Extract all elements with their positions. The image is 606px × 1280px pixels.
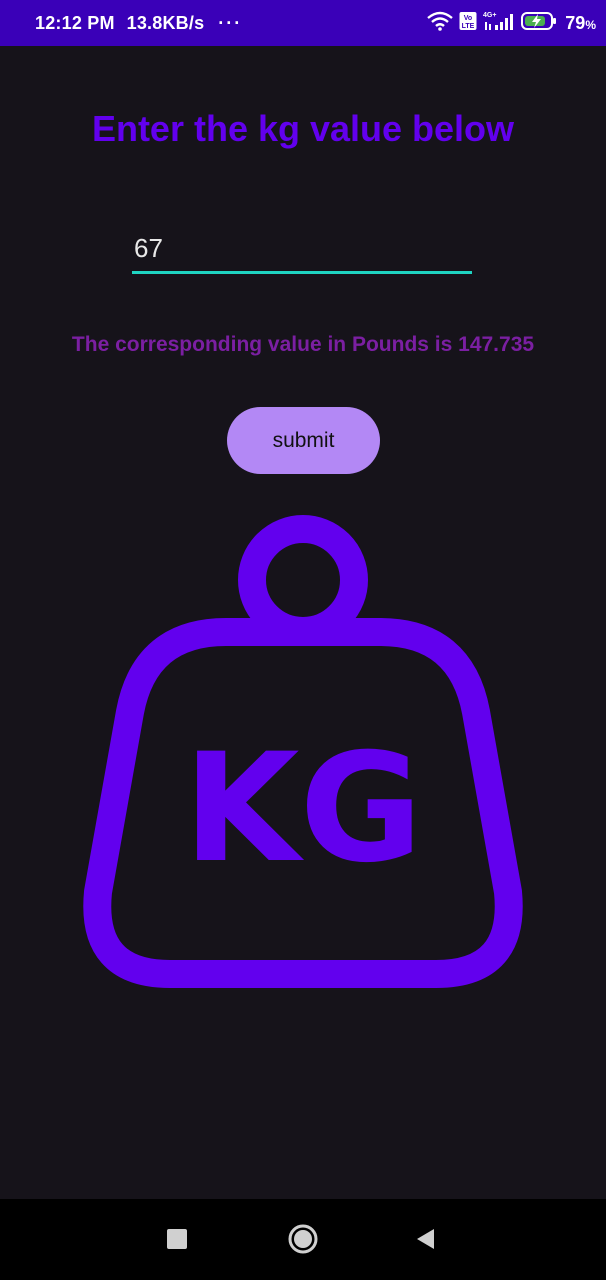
recents-icon[interactable]: [159, 1221, 195, 1257]
status-time: 12:12 PM: [35, 12, 115, 33]
battery-value: 79: [565, 12, 586, 33]
page-title: Enter the kg value below: [91, 108, 515, 149]
wifi-icon: [427, 11, 454, 36]
battery-percentage: 79%: [565, 13, 596, 34]
svg-text:LTE: LTE: [462, 23, 475, 30]
status-bar: 12:12 PM 13.8KB/s ··· Vo LTE 4G+ 79%: [0, 0, 606, 46]
status-right: Vo LTE 4G+ 79%: [427, 0, 596, 46]
battery-unit: %: [585, 17, 596, 32]
signal-icon: 4G+: [483, 10, 515, 37]
kg-input[interactable]: [132, 230, 472, 274]
back-icon[interactable]: [407, 1221, 443, 1257]
more-notifications-icon: ···: [218, 12, 243, 33]
battery-icon: [521, 11, 557, 36]
kg-label: KG: [183, 722, 422, 896]
result-text: The corresponding value in Pounds is 147…: [71, 333, 535, 356]
submit-button[interactable]: submit: [227, 407, 380, 474]
navigation-bar: [0, 1199, 606, 1280]
svg-text:Vo: Vo: [464, 15, 472, 22]
home-icon[interactable]: [285, 1221, 321, 1257]
network-type-label: 4G+: [483, 12, 496, 19]
volte-icon: Vo LTE: [459, 11, 477, 36]
status-left: 12:12 PM 13.8KB/s ···: [35, 0, 242, 46]
kg-weight-icon: KG: [76, 512, 530, 997]
network-speed: 13.8KB/s: [126, 12, 205, 33]
